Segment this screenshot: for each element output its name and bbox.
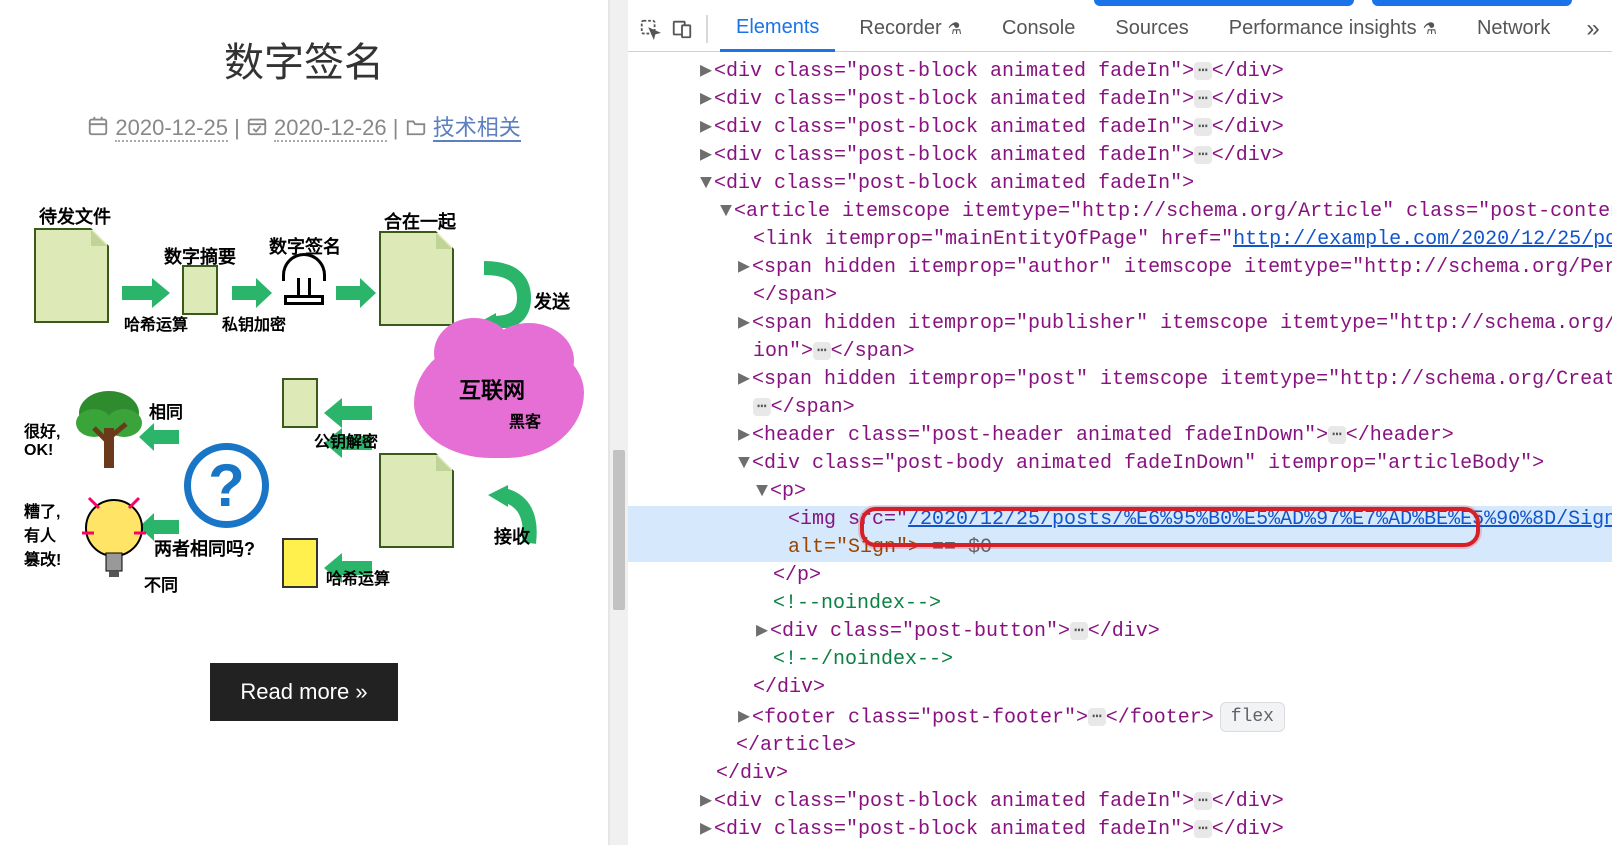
question-icon: ? bbox=[184, 443, 269, 528]
dom-row[interactable]: ▶<div class="post-block animated fadeIn"… bbox=[628, 58, 1612, 86]
folder-icon bbox=[405, 115, 427, 143]
arrow-right-icon bbox=[232, 278, 272, 308]
file-icon bbox=[379, 453, 454, 548]
tree-icon bbox=[74, 388, 144, 478]
dom-row[interactable]: ▶<div class="post-block animated fadeIn"… bbox=[628, 86, 1612, 114]
separator: | bbox=[234, 115, 240, 140]
signature-diagram: 待发文件 数字摘要 数字签名 合在一起 哈希运算 私钥加密 发送 互联网 黑客 bbox=[24, 203, 584, 623]
dom-tree[interactable]: ⋯ ▶<div class="post-block animated fadeI… bbox=[628, 52, 1612, 845]
flask-icon: ⚗ bbox=[1423, 19, 1437, 39]
tab-label: Console bbox=[1002, 17, 1075, 40]
file-icon bbox=[282, 538, 318, 588]
post-title: 数字签名 bbox=[0, 30, 608, 88]
tab-label: Elements bbox=[736, 16, 819, 39]
flask-icon: ⚗ bbox=[948, 19, 962, 39]
label-same: 相同 bbox=[149, 398, 183, 423]
blog-preview-pane: 数字签名 2020-12-25 | 2020-12-26 | 技术相关 待发文件… bbox=[0, 0, 610, 845]
label-hash2: 哈希运算 bbox=[326, 565, 390, 589]
tab-performance-insights[interactable]: Performance insights ⚗ bbox=[1213, 6, 1453, 51]
tab-label: Network bbox=[1477, 17, 1550, 40]
label-same-q: 两者相同吗? bbox=[154, 535, 255, 561]
scrollbar[interactable] bbox=[610, 0, 628, 845]
dom-row[interactable]: ▼<article itemscope itemtype="http://sch… bbox=[628, 198, 1612, 226]
calendar-check-icon bbox=[246, 115, 268, 143]
tab-label: Sources bbox=[1115, 17, 1188, 40]
tab-network[interactable]: Network bbox=[1461, 6, 1566, 51]
arrow-left-icon bbox=[324, 398, 372, 428]
dom-row[interactable]: ▶<header class="post-header animated fad… bbox=[628, 422, 1612, 450]
dom-row[interactable]: ▼<div class="post-block animated fadeIn"… bbox=[628, 170, 1612, 198]
flex-badge[interactable]: flex bbox=[1220, 702, 1285, 732]
inspect-icon[interactable] bbox=[638, 17, 662, 41]
dom-row[interactable]: ▶<span hidden itemprop="author" itemscop… bbox=[628, 254, 1612, 282]
arrow-left-icon bbox=[139, 423, 179, 451]
device-toggle-icon[interactable] bbox=[670, 17, 694, 41]
file-icon bbox=[282, 378, 318, 428]
separator bbox=[706, 15, 708, 43]
seal-icon bbox=[279, 253, 329, 323]
file-icon bbox=[182, 265, 218, 315]
dom-row[interactable]: </div> bbox=[628, 674, 1612, 702]
arrow-curve-icon bbox=[474, 258, 534, 328]
dom-row-highlighted[interactable]: alt="Sign"> == $0 bbox=[628, 534, 1612, 562]
calendar-icon bbox=[87, 115, 109, 143]
dom-row[interactable]: ▶<div class="post-block animated fadeIn"… bbox=[628, 816, 1612, 844]
file-icon bbox=[379, 231, 454, 326]
dom-row[interactable]: ⋯</span> bbox=[628, 394, 1612, 422]
arrow-right-icon bbox=[122, 278, 170, 308]
arrow-right-icon bbox=[336, 278, 376, 308]
label-receive: 接收 bbox=[494, 523, 530, 549]
file-icon bbox=[34, 228, 109, 323]
category-link[interactable]: 技术相关 bbox=[433, 115, 521, 142]
dom-row[interactable]: <!--/noindex--> bbox=[628, 646, 1612, 674]
devtools-panel: Elements Recorder ⚗ Console Sources Perfo… bbox=[628, 0, 1612, 845]
dom-row[interactable]: ▶<div class="post-block animated fadeIn"… bbox=[628, 114, 1612, 142]
dom-row[interactable]: </div> bbox=[628, 760, 1612, 788]
tab-label: Performance insights bbox=[1229, 17, 1417, 40]
label-diff: 不同 bbox=[144, 571, 178, 596]
tab-sources[interactable]: Sources bbox=[1099, 6, 1204, 51]
dom-row[interactable]: </p> bbox=[628, 562, 1612, 590]
bulb-icon bbox=[79, 493, 149, 583]
label-pending-file: 待发文件 bbox=[39, 203, 111, 229]
scroll-thumb[interactable] bbox=[613, 450, 625, 610]
post-meta: 2020-12-25 | 2020-12-26 | 技术相关 bbox=[0, 110, 608, 143]
dom-row[interactable]: <!--noindex--> bbox=[628, 590, 1612, 618]
dom-row[interactable]: </article> bbox=[628, 732, 1612, 760]
label-hacker: 黑客 bbox=[509, 408, 541, 432]
dom-row[interactable]: ▶<footer class="post-footer">⋯</footer>f… bbox=[628, 702, 1612, 732]
devtools-tabbar: Elements Recorder ⚗ Console Sources Perfo… bbox=[628, 6, 1612, 52]
more-tabs-icon[interactable]: » bbox=[1586, 15, 1599, 43]
dom-row[interactable]: ▼<p> bbox=[628, 478, 1612, 506]
label-priv-encrypt: 私钥加密 bbox=[222, 311, 286, 335]
dom-row[interactable]: ▼<div class="post-body animated fadeInDo… bbox=[628, 450, 1612, 478]
read-more-button[interactable]: Read more » bbox=[210, 663, 397, 721]
dom-row[interactable]: ▶<div class="post-block animated fadeIn"… bbox=[628, 142, 1612, 170]
dom-row[interactable]: ▶<span hidden itemprop="post" itemscope … bbox=[628, 366, 1612, 394]
label-pub-decrypt: 公钥解密 bbox=[314, 428, 378, 452]
dom-row[interactable]: ▶<span hidden itemprop="publisher" items… bbox=[628, 310, 1612, 338]
tab-console[interactable]: Console bbox=[986, 6, 1091, 51]
date-created[interactable]: 2020-12-25 bbox=[115, 115, 228, 142]
dom-row[interactable]: <link itemprop="mainEntityOfPage" href="… bbox=[628, 226, 1612, 254]
label-bad: 糟了, 有人 篡改! bbox=[24, 498, 61, 570]
dom-row[interactable]: </span> bbox=[628, 282, 1612, 310]
label-internet: 互联网 bbox=[459, 373, 525, 405]
tab-recorder[interactable]: Recorder ⚗ bbox=[843, 6, 978, 51]
separator: | bbox=[393, 115, 399, 140]
dom-row-highlighted[interactable]: <img src="/2020/12/25/posts/%E6%95%B0%E5… bbox=[628, 506, 1612, 534]
dom-row[interactable]: ▶<div class="post-button">⋯</div> bbox=[628, 618, 1612, 646]
cloud-icon: 互联网 黑客 bbox=[414, 338, 584, 458]
label-send: 发送 bbox=[534, 288, 570, 314]
tab-elements[interactable]: Elements bbox=[720, 7, 835, 52]
dom-row[interactable]: ▶<div class="post-block animated fadeIn"… bbox=[628, 788, 1612, 816]
label-hash: 哈希运算 bbox=[124, 311, 188, 335]
dom-row[interactable]: ion">⋯</span> bbox=[628, 338, 1612, 366]
label-ok: 很好, OK! bbox=[24, 418, 60, 460]
tab-label: Recorder bbox=[859, 17, 941, 40]
date-modified[interactable]: 2020-12-26 bbox=[274, 115, 387, 142]
